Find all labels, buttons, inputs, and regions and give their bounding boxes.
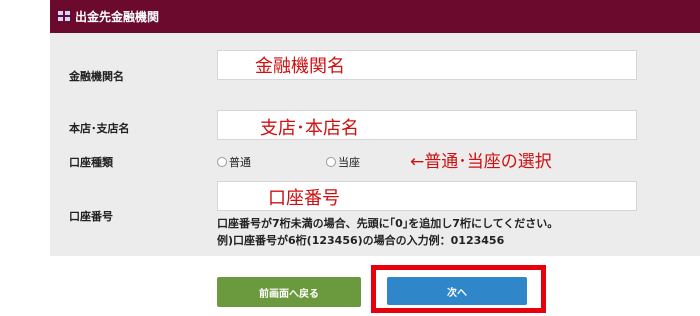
grid-icon <box>58 11 70 21</box>
branch-name-annotation: 支店･本店名 <box>260 118 359 139</box>
account-number-label: 口座番号 <box>69 210 113 223</box>
bank-name-label: 金融機関名 <box>69 70 124 83</box>
back-button[interactable]: 前画面へ戻る <box>217 277 361 307</box>
account-type-label: 口座種類 <box>69 156 113 169</box>
branch-name-label: 本店･支店名 <box>69 122 130 135</box>
radio-checking-label: 当座 <box>338 156 360 169</box>
radio-ordinary[interactable]: 普通 <box>217 154 251 170</box>
next-button-highlight <box>371 265 546 313</box>
account-number-note-2: 例)口座番号が6桁(123456)の場合の入力例：0123456 <box>217 234 505 247</box>
form-panel: 金融機関名 金融機関名 本店･支店名 支店･本店名 口座種類 普通 当座 ←普通… <box>50 33 700 256</box>
account-type-annotation: ←普通･当座の選択 <box>410 152 552 172</box>
account-number-annotation: 口座番号 <box>268 188 340 209</box>
section-title: 出金先金融機関 <box>75 10 160 24</box>
radio-checking[interactable]: 当座 <box>326 154 360 170</box>
radio-circle-icon <box>326 157 336 167</box>
radio-ordinary-label: 普通 <box>229 156 251 169</box>
bank-name-annotation: 金融機関名 <box>255 56 345 77</box>
section-header: 出金先金融機関 <box>50 0 700 33</box>
radio-circle-icon <box>217 157 227 167</box>
account-number-note-1: 口座番号が7桁未満の場合、先頭に｢0｣を追加し7桁にしてください。 <box>217 217 559 230</box>
